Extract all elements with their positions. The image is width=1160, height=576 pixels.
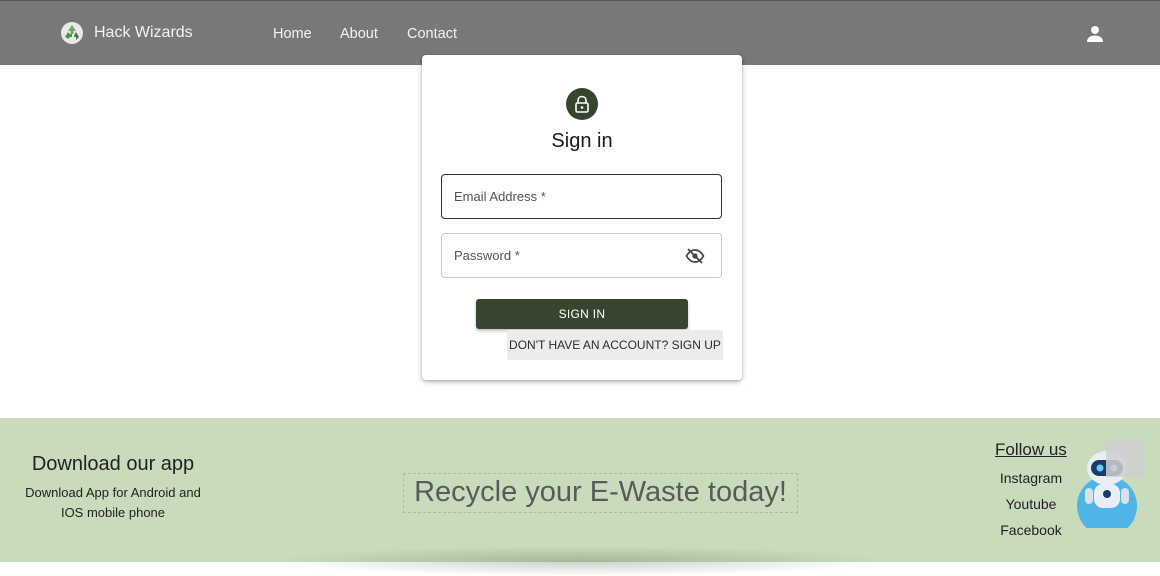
brand[interactable]: Hack Wizards [60,21,193,45]
tagline: Recycle your E-Waste today! [403,473,798,513]
brand-name: Hack Wizards [94,24,193,41]
lock-avatar [566,88,598,120]
visibility-off-icon[interactable] [685,247,705,265]
nav-contact[interactable]: Contact [407,26,457,42]
person-icon[interactable] [1086,25,1104,43]
decorative-shadow [270,546,890,576]
lock-icon [575,95,589,113]
password-field[interactable] [442,234,721,277]
social-link-facebook[interactable]: Facebook [990,522,1072,538]
email-field[interactable] [442,175,721,218]
recycle-icon [61,22,83,44]
signin-button[interactable]: SIGN IN [476,299,688,329]
page-title: Sign in [551,130,613,152]
follow-us-title: Follow us [995,440,1067,459]
nav-home[interactable]: Home [273,26,312,42]
signin-card: Sign in SIGN IN DON'T HAVE AN ACCOUNT? S… [422,55,742,380]
download-description: Download App for Android and IOS mobile … [25,485,201,520]
signup-link[interactable]: DON'T HAVE AN ACCOUNT? SIGN UP [507,330,723,360]
social-link-instagram[interactable]: Instagram [990,470,1072,486]
nav-about[interactable]: About [340,26,378,42]
footer: Download our app Download App for Androi… [0,418,1160,576]
download-title: Download our app [31,453,195,475]
password-field-container [441,233,722,278]
email-field-container [441,174,722,219]
social-link-youtube[interactable]: Youtube [990,496,1072,512]
scroll-top-button[interactable] [1106,438,1145,477]
